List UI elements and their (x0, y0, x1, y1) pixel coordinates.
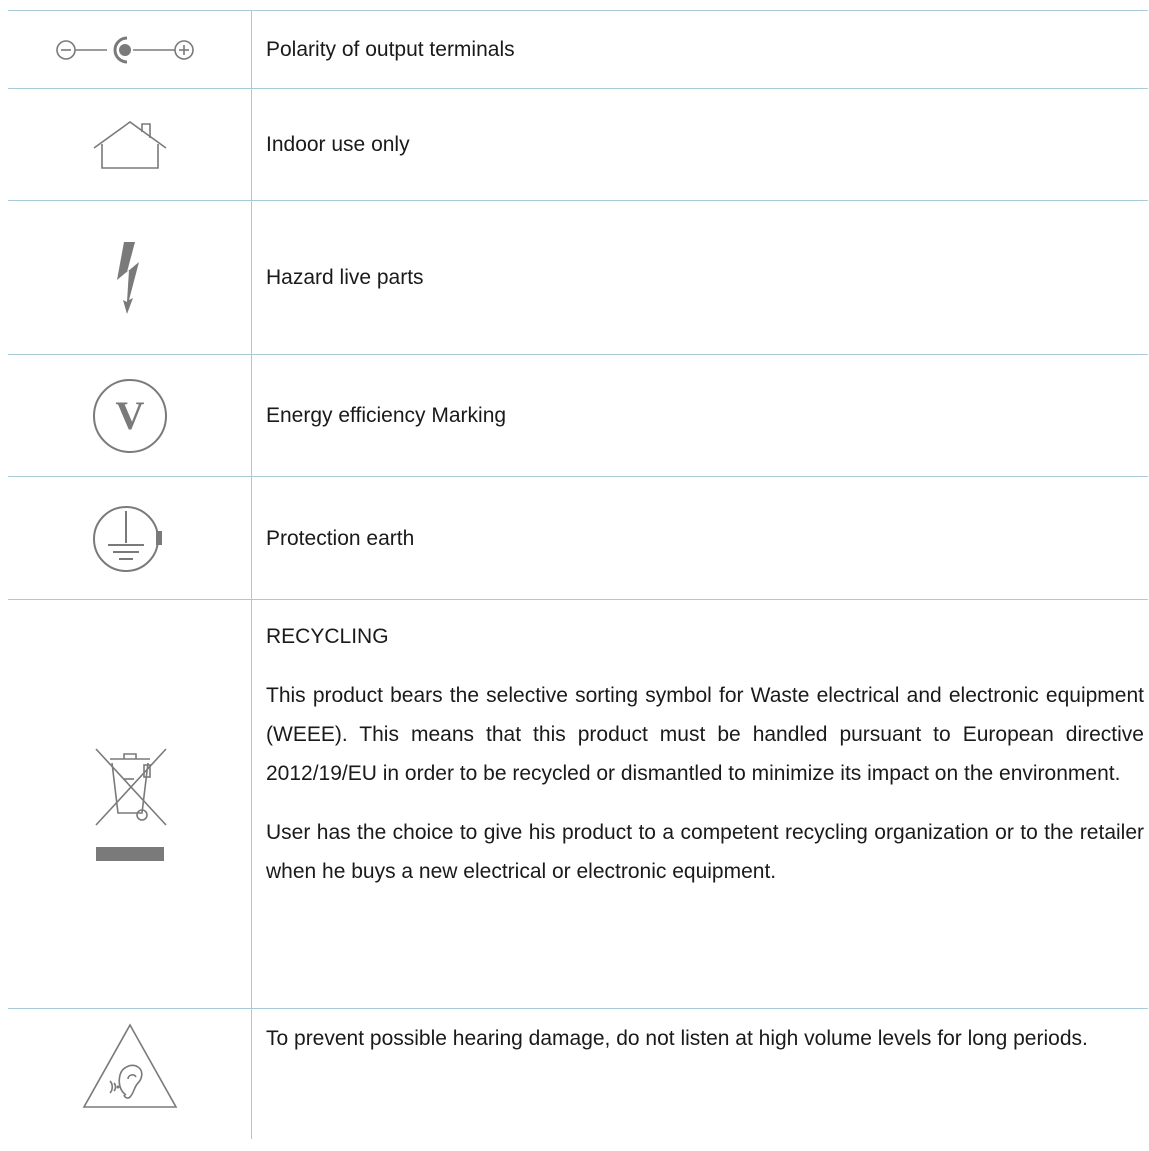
recycling-text: RECYCLING This product bears the selecti… (266, 622, 1144, 891)
table-row-polarity: Polarity of output terminals (8, 10, 1148, 89)
crossed-out-bin-icon (8, 600, 251, 1009)
recycling-paragraph-2: User has the choice to give his product … (266, 821, 1144, 883)
energy-efficiency-v-icon: V (8, 355, 251, 477)
row-label: Indoor use only (266, 133, 410, 156)
table-row-recycling: RECYCLING This product bears the selecti… (8, 599, 1148, 1009)
svg-text:V: V (115, 393, 144, 438)
row-label: Polarity of output terminals (266, 38, 515, 61)
table-row-indoor: Indoor use only (8, 88, 1148, 201)
hearing-warning-icon (8, 1009, 251, 1151)
table-row-hearing: To prevent possible hearing damage, do n… (8, 1008, 1148, 1139)
indoor-house-icon (8, 89, 251, 201)
row-label: Protection earth (266, 526, 415, 550)
lightning-bolt-icon (8, 201, 251, 355)
row-label: Energy efficiency Marking (266, 404, 507, 427)
hearing-warning-text: To prevent possible hearing damage, do n… (266, 1027, 1088, 1050)
table-row-hazard: Hazard live parts (8, 200, 1148, 355)
recycling-title: RECYCLING (266, 625, 389, 648)
recycling-paragraph-1: This product bears the selective sorting… (266, 684, 1144, 785)
table-row-energy: V Energy efficiency Marking (8, 354, 1148, 477)
protective-earth-icon (8, 477, 251, 600)
table-row-earth: Protection earth (8, 476, 1148, 600)
row-label: Hazard live parts (266, 266, 424, 289)
hearing-text: To prevent possible hearing damage, do n… (266, 1019, 1144, 1058)
dc-polarity-icon (8, 11, 251, 89)
